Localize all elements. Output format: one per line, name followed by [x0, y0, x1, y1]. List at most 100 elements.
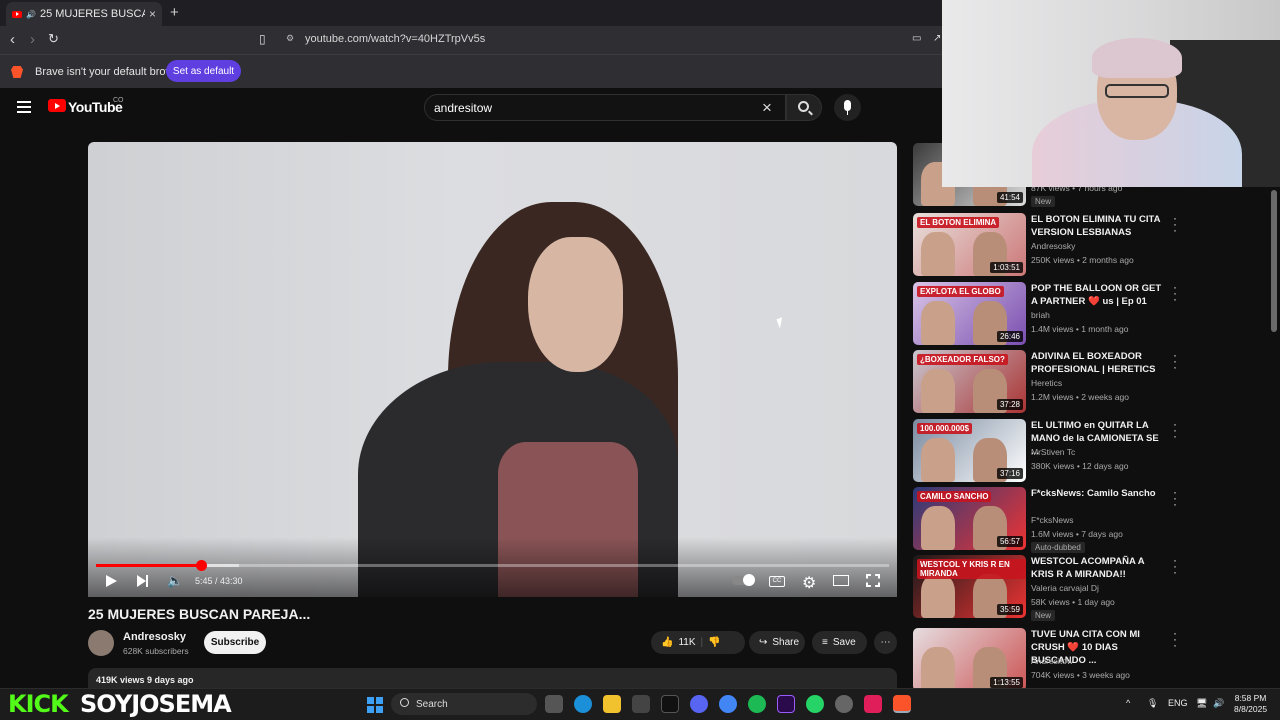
recommendation-thumbnail[interactable]: EXPLOTA EL GLOBO 26:46 — [913, 282, 1026, 345]
video-frame-face — [528, 237, 623, 372]
share-page-icon[interactable]: ↗ — [933, 33, 941, 44]
more-actions-icon[interactable]: ⋯ — [874, 631, 897, 654]
address-bar[interactable]: youtube.com/watch?v=40HZTrpVv5s — [305, 33, 485, 45]
like-count[interactable]: 11K — [678, 637, 695, 648]
subscribe-button[interactable]: Subscribe — [204, 631, 266, 654]
bookmark-icon[interactable]: ▯ — [259, 32, 266, 46]
scrollbar[interactable] — [1271, 190, 1277, 332]
recommendation-title[interactable]: ADIVINA EL BOXEADOR PROFESIONAL | HERETI… — [1031, 350, 1167, 376]
cast-icon[interactable]: ▭ — [912, 33, 921, 44]
menu-icon[interactable] — [17, 101, 31, 116]
store-icon[interactable] — [632, 695, 650, 713]
recommendation-title[interactable]: POP THE BALLOON OR GET A PARTNER ❤️ us |… — [1031, 282, 1167, 308]
premiere-icon[interactable] — [777, 695, 795, 713]
progress-bar[interactable] — [96, 560, 889, 571]
play-icon[interactable] — [106, 575, 117, 587]
dislike-icon[interactable]: 👎 — [708, 637, 720, 648]
recommendation-channel[interactable]: Valeria carvajal Dj — [1031, 583, 1099, 593]
new-tab-button[interactable]: + — [170, 4, 179, 21]
recommendation-meta: 1.4M views • 1 month ago — [1031, 324, 1129, 334]
more-options-icon[interactable]: · · · — [1173, 418, 1177, 442]
more-options-icon[interactable]: · · · — [1173, 554, 1177, 578]
share-button[interactable]: ↪ Share — [749, 631, 805, 654]
recommendation-channel[interactable]: briah — [1031, 310, 1050, 320]
taskbar-search-label[interactable]: Search — [416, 699, 448, 710]
recommendation-channel[interactable]: Heretics — [1031, 378, 1062, 388]
browser-tab[interactable]: 🔊 25 MUJERES BUSCAN PAREJA... × — [6, 2, 162, 26]
language-indicator[interactable]: ENG — [1168, 698, 1188, 708]
spotify-icon[interactable] — [748, 695, 766, 713]
discord-icon[interactable] — [690, 695, 708, 713]
recommendation-thumbnail[interactable]: CAMILO SANCHO 56:57 — [913, 487, 1026, 550]
more-options-icon[interactable]: · · · — [1173, 349, 1177, 373]
more-options-icon[interactable]: · · · — [1173, 281, 1177, 305]
autoplay-toggle[interactable] — [732, 574, 755, 586]
recommendation-title[interactable]: WESTCOL ACOMPAÑA A KRIS R A MIRANDA!! — [1031, 555, 1167, 581]
tiktok-studio-icon[interactable] — [864, 695, 882, 713]
recommendation-item[interactable]: WESTCOL Y KRIS R EN MIRANDA 35:59 WESTCOL … — [913, 554, 1183, 621]
recommendation-title[interactable]: F*cksNews: Camilo Sancho — [1031, 487, 1167, 500]
taskbar-clock[interactable]: 8:58 PM 8/8/2025 — [1234, 693, 1267, 715]
tray-overflow-icon[interactable]: ^ — [1126, 698, 1130, 708]
recommendation-channel[interactable]: MrStiven Tc — [1031, 447, 1075, 457]
mic-tray-icon[interactable]: 🎙 — [1147, 698, 1158, 709]
obs-icon[interactable] — [835, 695, 853, 713]
recommendation-item[interactable]: ¿BOXEADOR FALSO? 37:28 ADIVINA EL BOXEADOR… — [913, 349, 1183, 414]
more-options-icon[interactable]: · · · — [1173, 486, 1177, 510]
site-settings-icon[interactable]: ⚙ — [286, 33, 294, 44]
recommendation-thumbnail[interactable]: WESTCOL Y KRIS R EN MIRANDA 35:59 — [913, 555, 1026, 618]
recommendation-item[interactable]: EXPLOTA EL GLOBO 26:46 POP THE BALLOON OR … — [913, 281, 1183, 346]
set-default-button[interactable]: Set as default — [166, 60, 241, 82]
whatsapp-icon[interactable] — [806, 695, 824, 713]
back-arrow-icon[interactable]: ‹ — [10, 31, 15, 48]
reload-icon[interactable]: ↻ — [48, 31, 59, 47]
recommendation-channel[interactable]: Andresosky — [1031, 241, 1075, 251]
clear-search-icon[interactable]: × — [762, 98, 772, 118]
close-tab-icon[interactable]: × — [149, 7, 156, 21]
scrubber-handle[interactable] — [195, 560, 207, 571]
recommendation-item[interactable]: 1:13:55 TUVE UNA CITA CON MI CRUSH ❤️ 10 … — [913, 627, 1183, 692]
search-button[interactable] — [786, 94, 822, 121]
save-button[interactable]: ≡ Save — [812, 631, 867, 654]
speaker-icon[interactable]: 🔊 — [26, 10, 36, 19]
recommendation-item[interactable]: CAMILO SANCHO 56:57 F*cksNews: Camilo Sanc… — [913, 486, 1183, 553]
more-options-icon[interactable]: · · · — [1173, 212, 1177, 236]
like-icon[interactable]: 👍 — [661, 637, 673, 648]
edge-icon[interactable] — [574, 695, 592, 713]
volume-icon[interactable]: 🔈 — [167, 573, 183, 589]
tiktok-icon[interactable] — [661, 695, 679, 713]
windows-start-icon[interactable] — [367, 697, 383, 713]
recommendation-title[interactable]: EL BOTON ELIMINA TU CITA VERSION LESBIAN… — [1031, 213, 1167, 239]
controls-gradient — [88, 537, 897, 597]
recommendation-thumbnail[interactable]: ¿BOXEADOR FALSO? 37:28 — [913, 350, 1026, 413]
search-value[interactable]: andresitow — [434, 101, 492, 115]
volume-tray-icon[interactable]: 🔊 — [1213, 698, 1224, 709]
theater-mode-icon[interactable] — [833, 575, 849, 586]
tab-title: 25 MUJERES BUSCAN PAREJA... — [39, 8, 145, 20]
captions-icon[interactable]: CC — [769, 576, 785, 587]
more-options-icon[interactable]: · · · — [1173, 627, 1177, 651]
recommendation-thumbnail[interactable]: 1:13:55 — [913, 628, 1026, 691]
settings-gear-icon[interactable]: ⚙ — [802, 573, 816, 593]
channel-avatar[interactable] — [88, 630, 114, 656]
recommendation-channel[interactable]: Andresitow — [1031, 656, 1073, 666]
video-player[interactable] — [88, 142, 897, 597]
voice-search-mic-icon[interactable] — [834, 94, 861, 121]
youtube-logo-icon[interactable] — [48, 99, 66, 112]
taskbar-search[interactable] — [391, 693, 537, 715]
channel-name[interactable]: Andresosky — [123, 631, 186, 643]
recommendation-thumbnail[interactable]: EL BOTON ELIMINA 1:03:51 — [913, 213, 1026, 276]
chrome-icon[interactable] — [719, 695, 737, 713]
duration-badge: 1:13:55 — [990, 677, 1023, 688]
recommendation-thumbnail[interactable]: 100.000.000$ 37:16 — [913, 419, 1026, 482]
forward-arrow-icon[interactable]: › — [30, 31, 35, 48]
task-view-icon[interactable] — [545, 695, 563, 713]
recommendation-item[interactable]: EL BOTON ELIMINA 1:03:51 EL BOTON ELIMINA … — [913, 212, 1183, 277]
recommendation-item[interactable]: 100.000.000$ 37:16 EL ULTIMO en QUITAR LA … — [913, 418, 1183, 483]
recommendation-channel[interactable]: F*cksNews — [1031, 515, 1074, 525]
thumbnail-person — [921, 506, 955, 550]
next-video-icon[interactable] — [137, 575, 148, 587]
network-icon[interactable]: 🖥 — [1196, 698, 1207, 709]
file-explorer-icon[interactable] — [603, 695, 621, 713]
brave-taskbar-icon[interactable] — [893, 695, 911, 713]
